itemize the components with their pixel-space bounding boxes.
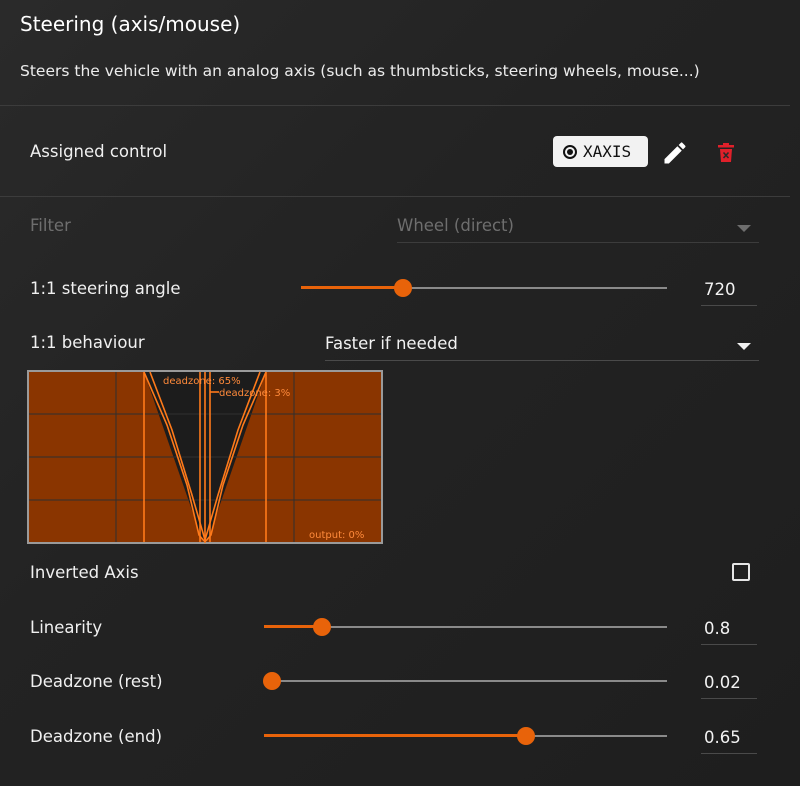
output-label: output: 0% xyxy=(309,530,364,541)
deadzone-end-input[interactable]: 0.65 xyxy=(701,724,757,754)
trash-icon[interactable] xyxy=(717,143,735,163)
deadzone-rest-input[interactable]: 0.02 xyxy=(701,669,757,699)
deadzone-end-label: deadzone: 65% xyxy=(163,376,241,387)
linearity-input[interactable]: 0.8 xyxy=(701,615,757,645)
deadzone-end-slider[interactable] xyxy=(264,726,667,746)
chevron-down-icon xyxy=(737,343,751,350)
slider-thumb[interactable] xyxy=(312,618,331,636)
slider-thumb[interactable] xyxy=(263,672,282,690)
chevron-down-icon xyxy=(737,225,751,232)
steering-angle-slider[interactable] xyxy=(301,278,667,298)
deadzone-rest-slider[interactable] xyxy=(263,671,667,691)
pencil-icon[interactable] xyxy=(661,139,689,167)
linearity-label: Linearity xyxy=(30,618,103,637)
filter-dropdown: Wheel (direct) xyxy=(397,213,759,243)
response-curve-graph: deadzone: 65% deadzone: 3% output: 0% xyxy=(27,370,383,544)
control-chip[interactable]: XAXIS xyxy=(553,136,648,167)
slider-track xyxy=(264,680,667,682)
slider-thumb[interactable] xyxy=(516,727,535,745)
linearity-slider[interactable] xyxy=(264,617,667,637)
deadzone-end-label: Deadzone (end) xyxy=(30,727,163,746)
slider-fill xyxy=(264,734,526,737)
deadzone-rest-label: deadzone: 3% xyxy=(219,388,290,399)
slider-thumb[interactable] xyxy=(394,279,413,297)
control-name: XAXIS xyxy=(583,142,632,161)
assigned-control-label: Assigned control xyxy=(30,142,168,161)
deadzone-rest-label: Deadzone (rest) xyxy=(30,672,163,691)
divider xyxy=(0,196,790,197)
radio-target-icon xyxy=(563,144,577,159)
divider xyxy=(0,105,790,106)
action-title: Steering (axis/mouse) xyxy=(20,12,241,36)
filter-label: Filter xyxy=(30,216,71,235)
slider-fill xyxy=(301,286,404,289)
steering-angle-input[interactable]: 720 xyxy=(701,276,757,306)
behaviour-dropdown[interactable]: Faster if needed xyxy=(325,331,759,361)
binding-panel: Steering (axis/mouse) Steers the vehicle… xyxy=(0,0,800,786)
behaviour-value: Faster if needed xyxy=(325,334,458,353)
steering-angle-label: 1:1 steering angle xyxy=(30,279,181,298)
filter-value: Wheel (direct) xyxy=(397,216,514,235)
inverted-axis-label: Inverted Axis xyxy=(30,563,139,582)
action-description: Steers the vehicle with an analog axis (… xyxy=(20,62,700,80)
behaviour-label: 1:1 behaviour xyxy=(30,333,145,352)
inverted-axis-checkbox[interactable] xyxy=(732,563,750,581)
